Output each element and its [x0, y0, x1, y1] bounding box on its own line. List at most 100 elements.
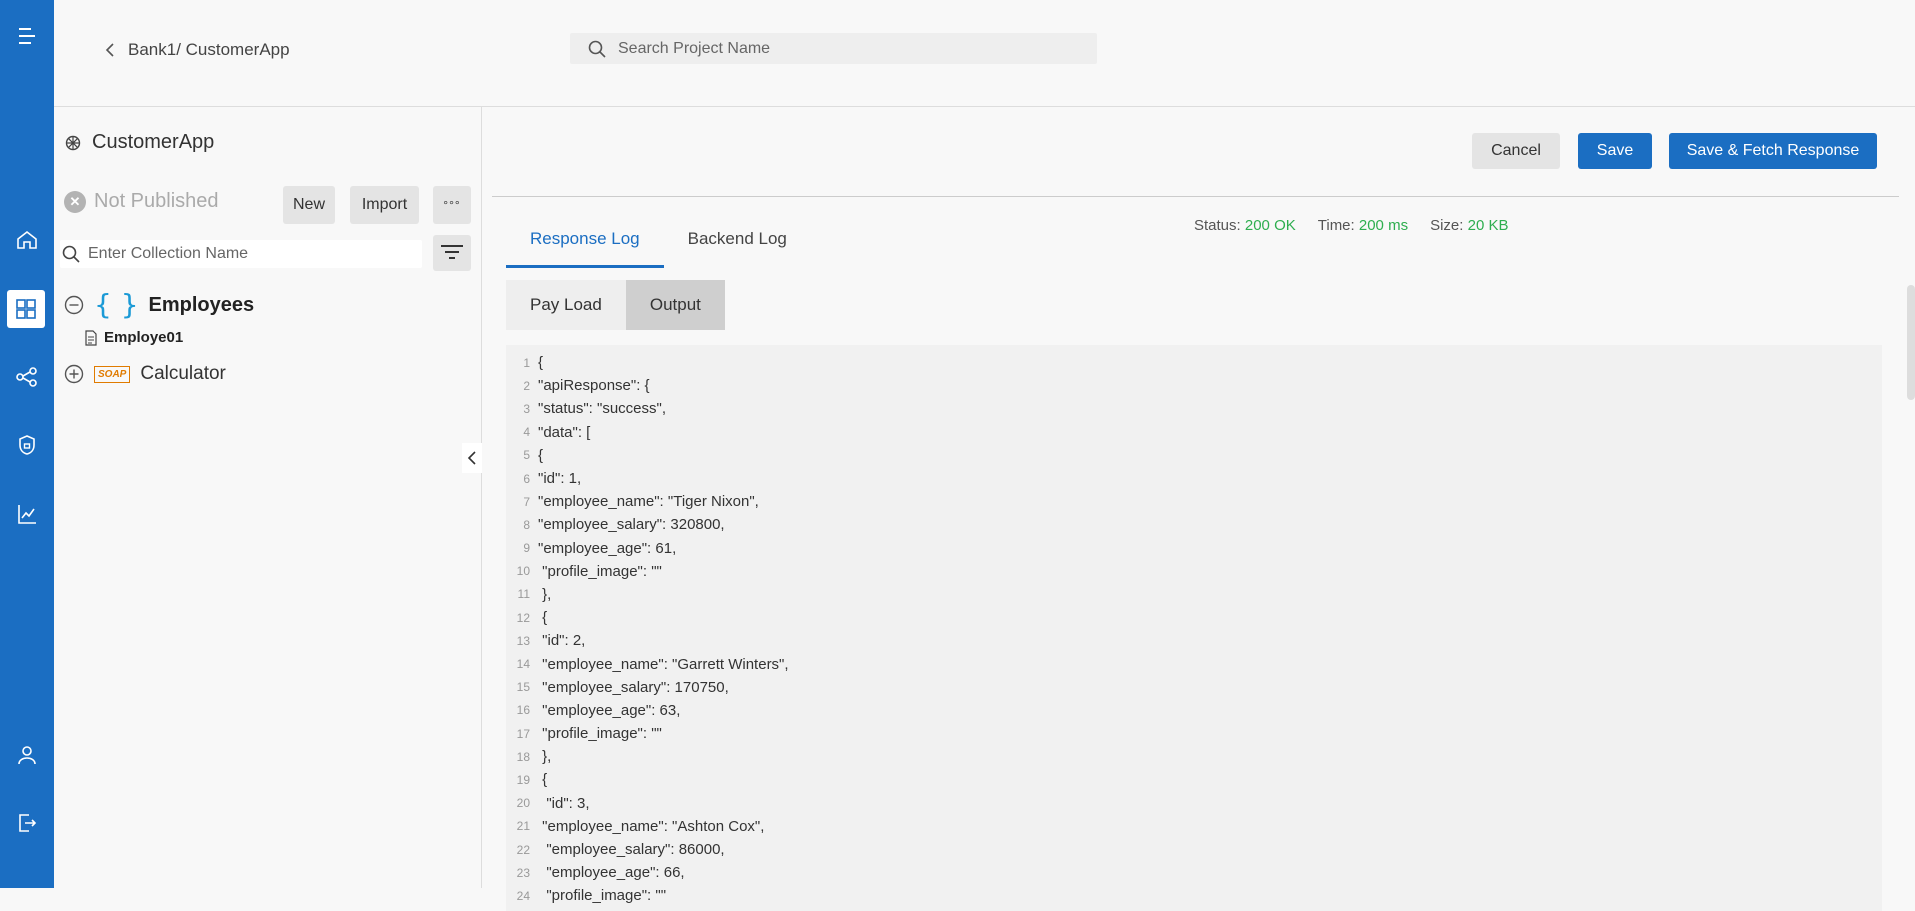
filter-button[interactable] — [433, 235, 471, 271]
code-text: "employee_salary": 86000, — [538, 841, 725, 859]
line-number: 12 — [516, 610, 530, 625]
scrollbar[interactable] — [1907, 285, 1915, 400]
line-number: 3 — [523, 401, 530, 416]
collection-search-box[interactable] — [60, 240, 422, 268]
code-line: 16 "employee_age": 63, — [506, 699, 1882, 722]
code-text: "employee_name": "Ashton Cox", — [538, 817, 765, 835]
collapse-panel-button[interactable] — [462, 443, 482, 473]
code-line: 17 "profile_image": "" — [506, 722, 1882, 745]
code-line: 10 "profile_image": "" — [506, 560, 1882, 583]
code-line: 21 "employee_name": "Ashton Cox", — [506, 815, 1882, 838]
line-number: 2 — [523, 378, 530, 393]
code-text: "employee_salary": 170750, — [538, 678, 729, 696]
line-number: 17 — [516, 726, 530, 741]
search-icon — [588, 40, 606, 58]
code-line: 13 "id": 2, — [506, 629, 1882, 652]
code-text: }, — [538, 585, 552, 603]
breadcrumb[interactable]: Bank1/ CustomerApp — [104, 40, 290, 60]
new-button[interactable]: New — [283, 186, 335, 224]
user-profile-icon[interactable] — [12, 740, 42, 770]
code-line: 2 "apiResponse": { — [506, 374, 1882, 397]
code-text: { — [538, 771, 548, 789]
tree-item-calculator[interactable]: SOAP Calculator — [64, 363, 226, 385]
code-text: "employee_age": 63, — [538, 701, 681, 719]
code-text: "apiResponse": { — [538, 377, 650, 395]
code-line: 15 "employee_salary": 170750, — [506, 676, 1882, 699]
code-line: 1{ — [506, 351, 1882, 374]
line-number: 20 — [516, 796, 530, 811]
code-line: 14 "employee_name": "Garrett Winters", — [506, 652, 1882, 675]
code-text: "data": [ — [538, 423, 591, 441]
analytics-icon[interactable] — [12, 499, 42, 529]
code-line: 9 "employee_age": 61, — [506, 537, 1882, 560]
line-number: 5 — [523, 448, 530, 463]
save-fetch-button[interactable]: Save & Fetch Response — [1669, 133, 1877, 169]
chevron-left-icon[interactable] — [104, 42, 116, 58]
line-number: 14 — [516, 657, 530, 672]
rest-braces-icon: { } — [94, 288, 139, 321]
code-text: "employee_salary": 320800, — [538, 516, 725, 534]
line-number: 24 — [516, 888, 530, 903]
project-search[interactable] — [570, 33, 1097, 64]
line-number: 1 — [523, 355, 530, 370]
line-number: 18 — [516, 749, 530, 764]
time-label: Time: — [1317, 217, 1355, 234]
time-value: 200 ms — [1358, 217, 1409, 234]
view-subtabs: Pay Load Output — [506, 280, 725, 330]
collections-icon[interactable] — [7, 290, 45, 328]
security-shield-icon[interactable] — [12, 430, 42, 460]
code-text: "id": 2, — [538, 632, 586, 650]
line-number: 23 — [516, 865, 530, 880]
collapse-minus-icon[interactable] — [64, 295, 84, 315]
app-name: CustomerApp — [92, 131, 215, 153]
collections-panel: CustomerApp ✕ Not Published New Import °… — [54, 107, 482, 888]
more-options-button[interactable]: °°° — [433, 186, 471, 224]
code-viewer[interactable]: 1{2 "apiResponse": {3 "status": "success",… — [506, 345, 1882, 911]
code-text: "employee_name": "Garrett Winters", — [538, 655, 789, 673]
code-text: "status": "success", — [538, 400, 667, 418]
code-text: { — [538, 446, 544, 464]
home-icon[interactable] — [12, 225, 42, 255]
code-line: 12 { — [506, 606, 1882, 629]
code-text: }, — [538, 748, 552, 766]
publish-status: ✕ Not Published — [64, 190, 219, 213]
tree-child-label[interactable]: Employe01 — [104, 329, 183, 346]
app-gear-icon — [65, 135, 81, 150]
collection-search-input[interactable] — [86, 244, 410, 264]
publish-status-text: Not Published — [94, 190, 219, 212]
tab-response-log[interactable]: Response Log — [506, 219, 664, 268]
code-text: "profile_image": "" — [538, 887, 667, 905]
code-text: "employee_age": 61, — [538, 539, 677, 557]
code-line: 18 }, — [506, 745, 1882, 768]
save-button[interactable]: Save — [1578, 133, 1652, 169]
tree-item-employees[interactable]: { } Employees — [64, 291, 254, 319]
nav-rail — [0, 0, 54, 888]
import-button[interactable]: Import — [350, 186, 419, 224]
search-icon — [62, 245, 80, 263]
tree-item-label[interactable]: Employees — [149, 294, 255, 317]
logout-icon[interactable] — [12, 808, 42, 838]
line-number: 16 — [516, 703, 530, 718]
breadcrumb-text[interactable]: Bank1/ CustomerApp — [128, 40, 290, 60]
divider — [492, 196, 1899, 197]
cancel-button[interactable]: Cancel — [1472, 133, 1560, 169]
tree-item-label[interactable]: Calculator — [140, 363, 226, 385]
code-text: { — [538, 609, 548, 627]
line-number: 13 — [516, 633, 530, 648]
code-line: 7 "employee_name": "Tiger Nixon", — [506, 490, 1882, 513]
project-search-input[interactable] — [616, 38, 1080, 59]
integration-icon[interactable] — [12, 362, 42, 392]
expand-plus-icon[interactable] — [64, 364, 84, 384]
line-number: 21 — [516, 819, 530, 834]
collection-search — [60, 239, 476, 269]
hamburger-menu-icon[interactable] — [12, 21, 42, 51]
document-icon — [85, 329, 97, 346]
size-label: Size: — [1430, 217, 1464, 234]
line-number: 19 — [516, 772, 530, 787]
tab-backend-log[interactable]: Backend Log — [664, 219, 811, 268]
tree-child-employe01[interactable]: Employe01 — [84, 329, 183, 346]
subtab-payload[interactable]: Pay Load — [506, 280, 626, 330]
code-text: "profile_image": "" — [538, 562, 662, 580]
subtab-output[interactable]: Output — [625, 280, 725, 330]
code-text: "employee_name": "Tiger Nixon", — [538, 493, 759, 511]
